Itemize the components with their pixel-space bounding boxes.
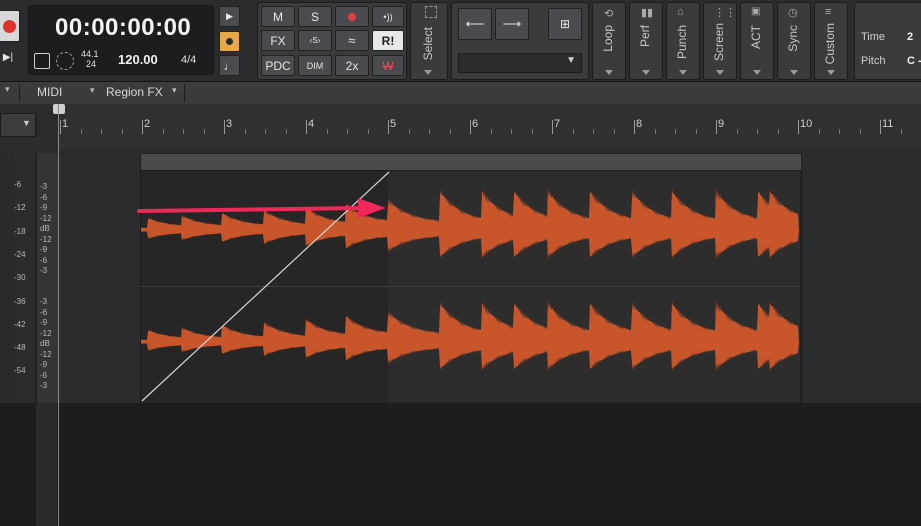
waveform-shape <box>141 188 799 260</box>
meter-scale-label: -3 <box>40 266 48 275</box>
ruler-tick-label: 9 <box>718 118 725 130</box>
ruler-tick-label: 10 <box>800 118 813 130</box>
db-scale-label: -12 <box>14 203 26 213</box>
ruler-minor-tick <box>531 129 533 134</box>
empty-track-area <box>0 403 921 526</box>
ruler-minor-tick <box>511 129 512 134</box>
meter-scale-label: -3 <box>40 381 48 390</box>
ruler-tick-label: 1 <box>62 118 69 130</box>
left-column-lower <box>36 403 57 526</box>
ruler-tick-label: 3 <box>226 118 233 130</box>
ruler-tick-label: 7 <box>554 118 561 130</box>
ruler-minor-tick <box>613 129 615 134</box>
ruler-minor-tick <box>777 129 779 134</box>
meter-scale-label: -12 <box>40 349 52 359</box>
ruler-tick-line <box>60 120 61 134</box>
meter-scale-label: -9 <box>40 318 48 327</box>
meter-scale-label: -6 <box>40 255 48 265</box>
ruler-minor-tick <box>244 129 246 134</box>
ruler-minor-tick <box>429 129 430 134</box>
meter-scale-label: dB <box>40 339 50 348</box>
ruler-tick-line <box>716 120 717 134</box>
ruler-minor-tick <box>408 129 410 134</box>
ruler-tick-line <box>142 120 143 134</box>
ruler-tick-line <box>552 120 553 134</box>
db-scale-label: -24 <box>14 249 26 259</box>
ruler-minor-tick <box>757 129 758 134</box>
meter-scale-label: -9 <box>40 360 48 369</box>
ruler-minor-tick <box>490 129 492 134</box>
ruler-tick-line <box>880 120 881 134</box>
ruler-minor-tick <box>326 129 328 134</box>
meter-scale-label: -3 <box>40 182 48 191</box>
meter-scale-label: -12 <box>40 234 52 244</box>
db-scale-label: -48 <box>14 343 26 353</box>
db-scale-label: -30 <box>14 273 26 283</box>
ruler-minor-tick <box>265 129 266 134</box>
ruler-minor-tick <box>736 129 738 134</box>
db-scale-label: -36 <box>14 296 26 306</box>
meter-scale-label: -6 <box>40 307 48 317</box>
meter-scale-label: -12 <box>40 213 52 223</box>
meter-scale-label: -3 <box>40 297 48 306</box>
ruler-tick-line <box>470 120 471 134</box>
ruler-minor-tick <box>900 129 902 134</box>
ruler-tick-label: 6 <box>472 118 479 130</box>
meter-scale-label: -9 <box>40 245 48 254</box>
meter-scale-label: -6 <box>40 370 48 380</box>
ruler-tick-line <box>306 120 307 134</box>
db-scale-label: -18 <box>14 226 26 236</box>
ruler-tick-label: 8 <box>636 118 643 130</box>
meter-scale-label: -6 <box>40 192 48 202</box>
ruler-minor-tick <box>572 129 574 134</box>
ruler-minor-tick <box>183 129 184 134</box>
ruler-minor-tick <box>818 129 820 134</box>
ruler-tick-line <box>224 120 225 134</box>
ruler-minor-tick <box>203 129 205 134</box>
ruler-minor-tick <box>367 129 369 134</box>
ruler-tick-label: 11 <box>882 118 894 130</box>
ruler-minor-tick <box>121 129 123 134</box>
ruler-minor-tick <box>449 129 451 134</box>
db-scale-label: -42 <box>14 319 26 329</box>
ruler-minor-tick <box>101 129 102 134</box>
ruler-minor-tick <box>80 129 82 134</box>
meter-scale-label: -9 <box>40 203 48 212</box>
ruler-tick-line <box>634 120 635 134</box>
db-scale-label: -6 <box>14 180 22 189</box>
meter-scale-label: -12 <box>40 328 52 338</box>
db-scale-label: -54 <box>14 366 26 376</box>
ruler-minor-tick <box>162 129 164 134</box>
ruler-minor-tick <box>675 129 676 134</box>
ruler-minor-tick <box>654 129 656 134</box>
ruler-minor-tick <box>859 129 861 134</box>
ruler-tick-label: 5 <box>390 118 397 130</box>
ruler-tick-label: 4 <box>308 118 315 130</box>
ruler-tick-label: 2 <box>144 118 151 130</box>
ruler-minor-tick <box>347 129 348 134</box>
waveform-left-channel <box>141 188 799 260</box>
ruler-minor-tick <box>285 129 287 134</box>
ruler-minor-tick <box>839 129 840 134</box>
ruler-minor-tick <box>593 129 594 134</box>
ruler-tick-line <box>798 120 799 134</box>
playhead-line-lower <box>58 403 59 526</box>
meter-scale-label: dB <box>40 224 50 233</box>
ruler-minor-tick <box>695 129 697 134</box>
ruler-tick-line <box>388 120 389 134</box>
